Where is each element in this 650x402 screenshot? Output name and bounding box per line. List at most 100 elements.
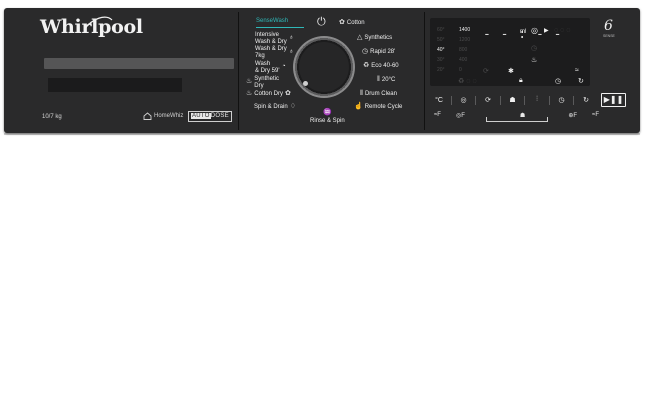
- program-label: Synthetics: [364, 35, 393, 41]
- power-icon[interactable]: ⏻: [317, 16, 326, 29]
- eco-status-icon: ♻ ◌ ◌: [458, 78, 477, 85]
- program-label: Intensive Wash & Dry: [255, 32, 287, 45]
- temp-option-50: 50°: [437, 37, 445, 43]
- synthetic-dry-icon: ♨: [246, 78, 253, 86]
- program-eco-40-60[interactable]: ♻ Eco 40-60: [363, 62, 399, 70]
- option-separator: [475, 95, 477, 105]
- spin-option-800: 800: [459, 47, 468, 53]
- option-sublabel: ≈F: [434, 112, 441, 118]
- homewhiz-badge: HomeWhiz: [143, 112, 183, 120]
- temp-option-30: 30°: [437, 57, 445, 63]
- dial-position-marker: [303, 81, 308, 86]
- option-sublabel: ≈F: [592, 112, 599, 118]
- program-rapid-28[interactable]: ◷ Rapid 28': [362, 48, 396, 56]
- program-label: Rinse & Spin: [310, 117, 345, 124]
- home-icon: [143, 112, 152, 120]
- spin-option-1400: 1400: [459, 27, 471, 33]
- steam-status-icon: ◌ ◌ ◌: [554, 27, 571, 34]
- delay-status-icon: ◷: [555, 78, 562, 85]
- program-sensewash[interactable]: SenseWash: [256, 18, 288, 25]
- program-label: Drum Clean: [364, 91, 397, 97]
- temp-option-40: 40°: [437, 47, 445, 53]
- program-drum-clean[interactable]: ⫴ Drum Clean: [360, 90, 397, 98]
- wash-status-icon: ♨: [531, 57, 538, 64]
- option-separator: [499, 95, 501, 105]
- dry-status-icon: ⟳: [483, 68, 489, 75]
- steam-button[interactable]: ⫶: [528, 96, 546, 104]
- autodose-badge: AUTODOSE: [188, 111, 232, 122]
- program-label: Wash & Dry 59': [255, 61, 280, 74]
- program-label: Cotton Dry: [254, 91, 283, 97]
- lock-icon: 🔒︎: [519, 77, 523, 84]
- panel-divider: [424, 12, 425, 130]
- remote-icon: ☝: [354, 103, 363, 110]
- start-pause-button[interactable]: ▶❚❚: [601, 93, 626, 107]
- sense-series-number: 6: [604, 18, 613, 34]
- program-synthetic-dry[interactable]: ♨ Synthetic Dry: [246, 76, 279, 89]
- detergent-button[interactable]: ☗: [504, 96, 522, 104]
- drum-icon: ⫴: [360, 90, 363, 97]
- wifi-icon: ≈: [575, 67, 579, 74]
- remote-button[interactable]: ↻: [577, 96, 595, 104]
- program-label: Eco 40-60: [371, 63, 399, 69]
- temp-option-20: 20°: [437, 67, 445, 73]
- spin-option-0: 0: [459, 67, 462, 73]
- logo-swoosh-icon: [83, 16, 113, 31]
- shirt-icon: ♁: [288, 48, 295, 56]
- eco-icon: ♻: [363, 62, 370, 69]
- synthetics-icon: △: [357, 34, 363, 41]
- panel-shadow: [4, 133, 640, 135]
- spin-button[interactable]: ◎: [455, 96, 473, 104]
- autodose-prefix: AUTO: [191, 113, 211, 119]
- drain-icon: ♢: [289, 103, 296, 110]
- program-label: Wash & Dry 7kg: [255, 46, 287, 59]
- option-separator: [548, 95, 550, 105]
- program-label: Rapid 28': [370, 49, 396, 55]
- homewhiz-label: HomeWhiz: [154, 113, 184, 119]
- program-label: Cotton: [346, 20, 365, 26]
- play-status-icon: ▶: [544, 28, 549, 34]
- drawer-recess: [48, 78, 182, 92]
- detergent-drawer-handle[interactable]: [44, 58, 234, 69]
- option-separator: [450, 95, 452, 105]
- capacity-label: 10/7 kg: [42, 114, 62, 120]
- panel-divider: [238, 12, 239, 130]
- program-label: Spin & Drain: [254, 104, 288, 110]
- program-label: Synthetic Dry: [254, 76, 279, 89]
- temp-option-60: 60°: [437, 27, 445, 33]
- spin-option-1200: 1200: [459, 37, 471, 43]
- cotton-icon: ✿: [284, 90, 291, 97]
- program-cotton[interactable]: ✿ Cotton: [339, 19, 365, 27]
- temperature-button[interactable]: °C: [430, 97, 448, 104]
- program-spin-drain[interactable]: Spin & Drain ♢: [254, 103, 296, 111]
- options-row: °C ◎ ⟳ ☗ ⫶ ◷ ↻: [430, 93, 595, 107]
- timer-icon: ◔: [281, 63, 286, 71]
- spin-status-icon: ✱: [508, 68, 514, 75]
- temp-icon: ‖: [377, 76, 380, 83]
- program-intensive-wash-dry[interactable]: Intensive Wash & Dry ♁: [255, 32, 294, 45]
- option-separator: [524, 95, 526, 105]
- program-rinse-spin[interactable]: ♒ Rinse & Spin: [310, 109, 345, 124]
- cotton-icon: ✿: [339, 19, 345, 26]
- option-separator: [573, 95, 575, 105]
- shirt-icon: ♁: [288, 34, 295, 42]
- program-wash-dry-7kg[interactable]: Wash & Dry 7kg ♁: [255, 46, 294, 59]
- autodose-suffix: DOSE: [210, 113, 229, 119]
- program-20c[interactable]: ‖ 20°C: [377, 76, 395, 84]
- rapid-icon: ◷: [362, 48, 369, 55]
- program-wash-dry-59[interactable]: Wash & Dry 59' ◔: [255, 61, 286, 74]
- delay-button[interactable]: ◷: [553, 96, 571, 104]
- dry-button[interactable]: ⟳: [479, 96, 497, 104]
- detergent-status-icon: ◎: [531, 26, 538, 35]
- spin-option-400: 400: [459, 57, 468, 63]
- program-cotton-dry[interactable]: ♨ Cotton Dry ✿: [246, 90, 291, 98]
- program-remote-cycle[interactable]: ☝ Remote Cycle: [354, 103, 403, 111]
- program-synthetics[interactable]: △ Synthetics: [357, 34, 393, 42]
- option-sublabel: ◎F: [455, 113, 465, 119]
- timer-status-icon: ◷: [531, 45, 538, 52]
- program-label: Remote Cycle: [364, 104, 403, 110]
- cotton-dry-icon: ♨: [246, 90, 253, 97]
- sense-series-text: SENSE: [603, 34, 615, 38]
- sensewash-underline: [256, 27, 304, 28]
- autodose-bracket: [486, 117, 548, 122]
